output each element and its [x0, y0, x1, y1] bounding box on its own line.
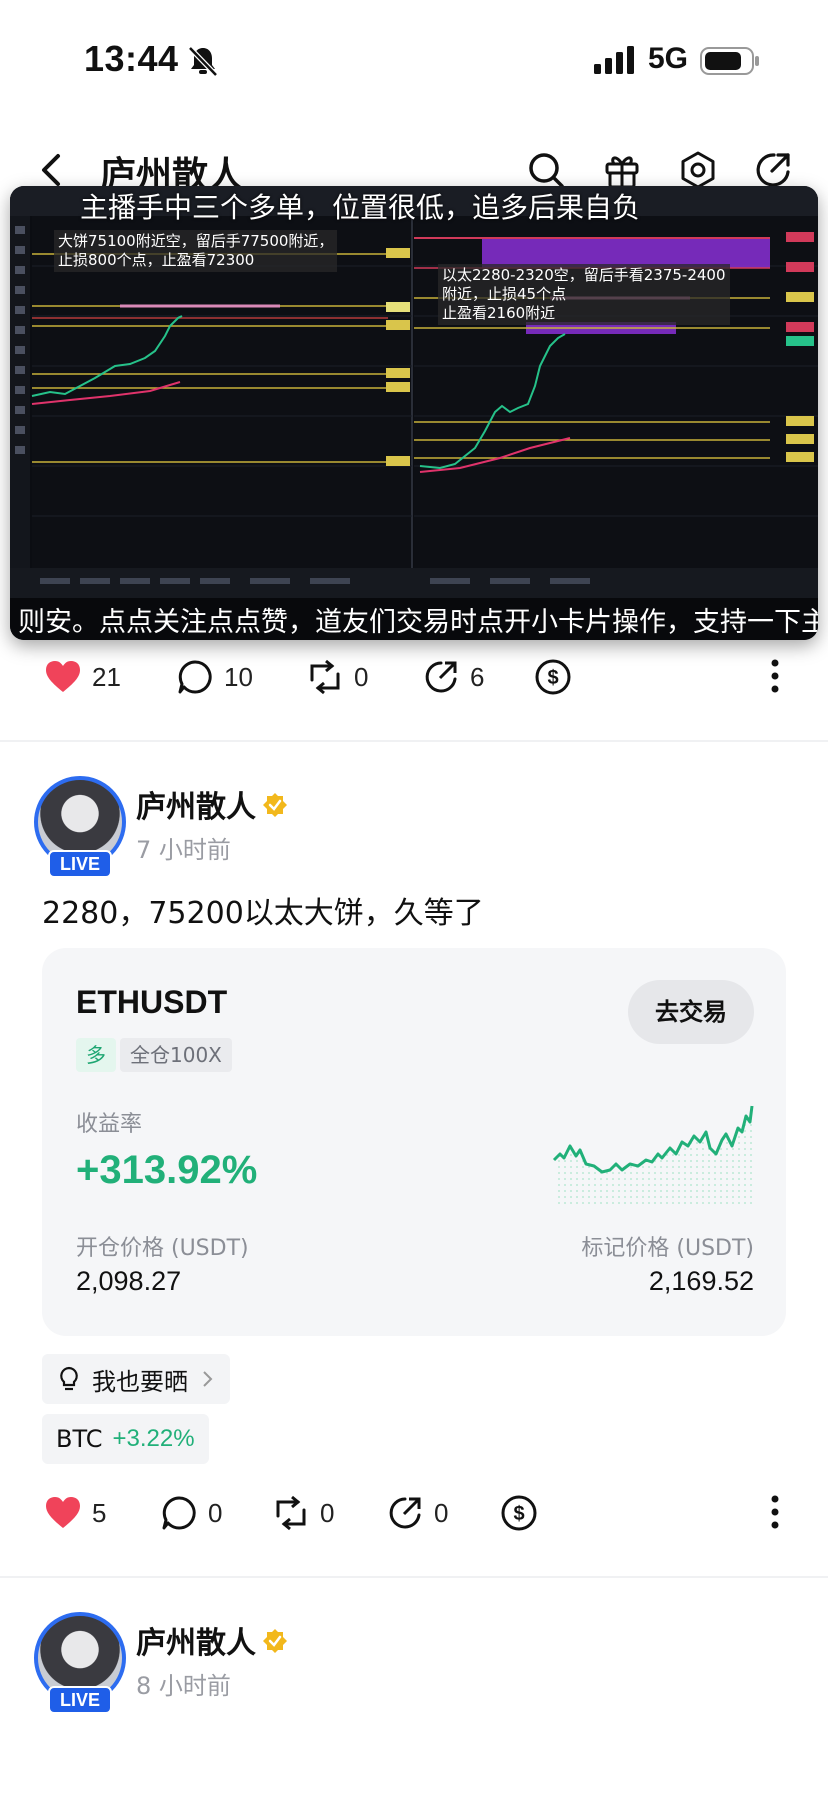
mark-price-label: 标记价格 (USDT)	[581, 1236, 754, 1261]
show-off-button[interactable]: 我也要晒	[42, 1354, 230, 1404]
search-icon[interactable]	[526, 150, 566, 190]
heart-icon	[46, 1497, 80, 1528]
leverage-tag: 全仓100X	[120, 1038, 232, 1072]
comment-count: 0	[208, 1497, 223, 1528]
repost-icon	[276, 1495, 306, 1531]
like-button[interactable]: 21	[44, 652, 121, 702]
btc-note-line-1: 大饼75100附近空，留后手77500附近，	[58, 232, 334, 250]
network-type: 5G	[648, 42, 689, 75]
dollar-coin-icon: $	[501, 1495, 537, 1531]
pnl-sparkline	[552, 1105, 754, 1208]
more-options-icon[interactable]	[770, 658, 780, 694]
chevron-right-icon	[203, 1371, 213, 1387]
eth-note-line-1: 以太2280-2320空，留后手看2375-2400	[442, 266, 726, 284]
roi-label: 收益率	[76, 1112, 143, 1137]
eth-note-line-3: 止盈看2160附近	[442, 304, 556, 322]
author-avatar[interactable]: LIVE	[34, 776, 126, 878]
like-count: 5	[92, 1497, 107, 1528]
post-divider	[0, 740, 828, 742]
post-text: 2280，75200以太大饼，久等了	[42, 896, 484, 931]
go-trade-button[interactable]: 去交易	[628, 980, 754, 1044]
video-caption-bottom: 则安。点点关注点点赞，道友们交易时点开小卡片操作，支持一下主	[18, 607, 818, 638]
btc-note-line-2: 止损800个点，止盈看72300	[58, 251, 255, 269]
author-name[interactable]: 庐州散人	[136, 782, 256, 826]
repost-button[interactable]: 0	[272, 1488, 334, 1538]
video-caption-top: 主播手中三个多单，位置很低，追多后果自负	[80, 191, 641, 224]
roi-value: +313.92%	[76, 1148, 258, 1192]
repost-icon	[310, 659, 340, 695]
dollar-coin-icon: $	[535, 659, 571, 695]
trading-pair: ETHUSDT	[76, 984, 228, 1020]
open-price-value: 2,098.27	[76, 1266, 182, 1296]
author-avatar[interactable]: LIVE	[34, 1612, 126, 1714]
svg-text:$: $	[547, 667, 558, 689]
muted-bell-icon	[188, 46, 218, 77]
comment-button[interactable]: 0	[160, 1488, 222, 1538]
btc-analysis-note: 大饼75100附近空，留后手77500附近， 止损800个点，止盈看72300	[54, 230, 338, 272]
live-stream-video[interactable]: 大饼75100附近空，留后手77500附近， 止损800个点，止盈看72300 …	[10, 186, 818, 640]
share-button[interactable]: 0	[386, 1488, 448, 1538]
tip-button[interactable]: $	[534, 652, 572, 702]
battery-icon	[700, 47, 759, 75]
svg-text:$: $	[513, 1503, 524, 1525]
settings-icon[interactable]	[678, 150, 718, 190]
comment-count: 10	[224, 661, 253, 692]
status-bar: 13:44 5G	[0, 0, 828, 120]
share-count: 0	[434, 1497, 449, 1528]
share-count: 6	[470, 661, 485, 692]
position-side-tag: 多	[76, 1038, 116, 1072]
repost-button[interactable]: 0	[306, 652, 368, 702]
comment-icon	[178, 660, 212, 694]
like-count: 21	[92, 661, 121, 692]
ticker-chip[interactable]: BTC +3.22%	[42, 1414, 209, 1464]
open-price-label: 开仓价格 (USDT)	[76, 1236, 249, 1261]
eth-note-line-2: 附近，止损45个点	[442, 285, 567, 303]
post-action-bar: 5 0 0 0 $	[0, 1488, 828, 1538]
show-off-label: 我也要晒	[92, 1367, 188, 1396]
like-button[interactable]: 5	[44, 1488, 106, 1538]
repost-count: 0	[354, 661, 369, 692]
heart-icon	[46, 661, 80, 692]
live-badge: LIVE	[48, 850, 112, 878]
post-time: 7 小时前	[136, 836, 231, 864]
status-time: 13:44	[84, 38, 179, 79]
share-arrow-icon	[389, 1497, 421, 1529]
cellular-signal-icon	[594, 46, 634, 74]
back-arrow-icon[interactable]	[36, 150, 66, 190]
eth-analysis-note: 以太2280-2320空，留后手看2375-2400 附近，止损45个点 止盈看…	[438, 264, 730, 325]
ticker-symbol: BTC	[56, 1425, 103, 1453]
live-badge: LIVE	[48, 1686, 112, 1714]
post-divider	[0, 1576, 828, 1578]
author-name[interactable]: 庐州散人	[136, 1618, 256, 1662]
comment-button[interactable]: 10	[176, 652, 253, 702]
trade-position-card[interactable]: ETHUSDT 去交易 多 全仓100X 收益率 +313.92% 开仓价格 (…	[42, 948, 786, 1336]
more-options-icon[interactable]	[770, 1494, 780, 1530]
gift-icon[interactable]	[602, 150, 642, 190]
verified-badge-icon	[263, 793, 287, 817]
tip-button[interactable]: $	[500, 1488, 538, 1538]
share-button[interactable]: 6	[422, 652, 484, 702]
share-arrow-icon	[425, 661, 457, 693]
comment-icon	[162, 1496, 196, 1530]
lightbulb-icon	[60, 1366, 78, 1391]
repost-count: 0	[320, 1497, 335, 1528]
verified-badge-icon	[263, 1629, 287, 1653]
share-icon[interactable]	[754, 150, 794, 190]
mark-price-value: 2,169.52	[648, 1266, 754, 1296]
ticker-change: +3.22%	[112, 1425, 195, 1452]
prev-post-action-bar: 21 10 0 6 $	[0, 652, 828, 702]
post-time: 8 小时前	[136, 1672, 231, 1700]
